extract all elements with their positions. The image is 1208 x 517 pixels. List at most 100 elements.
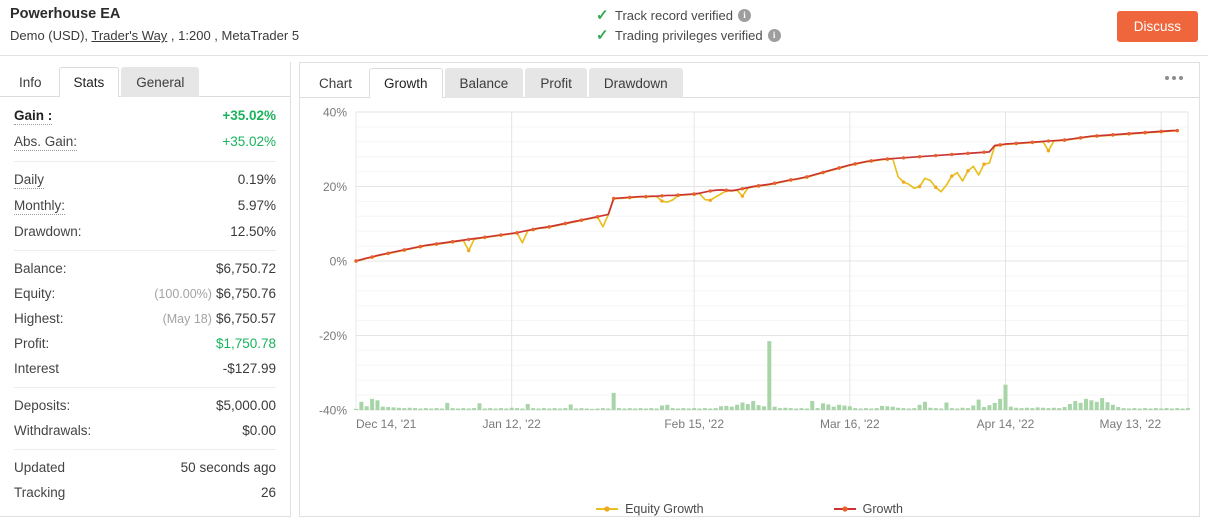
volume-bar xyxy=(509,407,514,410)
volume-bar xyxy=(869,408,874,410)
volume-bar xyxy=(359,401,364,410)
volume-bar xyxy=(584,408,589,410)
stat-label: Deposits: xyxy=(14,398,71,413)
series-marker xyxy=(660,194,664,198)
volume-bar xyxy=(407,407,412,410)
volume-bar xyxy=(396,407,401,410)
volume-bar xyxy=(429,408,434,410)
volume-bar xyxy=(638,408,643,410)
broker-link[interactable]: Trader's Way xyxy=(91,28,167,43)
stat-value: 0.19% xyxy=(237,172,276,187)
stat-value: $6,750.76 xyxy=(215,286,276,301)
check-icon: ✓ xyxy=(596,7,609,24)
series-marker xyxy=(1111,133,1115,137)
tab-info[interactable]: Info xyxy=(4,67,57,97)
volume-bar xyxy=(622,408,627,410)
volume-bar xyxy=(1180,408,1185,410)
volume-bar xyxy=(482,408,487,410)
series-marker xyxy=(467,237,471,242)
stat-value: +35.02% xyxy=(222,108,276,123)
stat-row-monthly: Monthly: 5.97% xyxy=(14,193,276,219)
volume-bar xyxy=(713,408,718,410)
volume-bar xyxy=(982,407,987,410)
stat-row-drawdown: Drawdown: 12.50% xyxy=(14,219,276,244)
divider xyxy=(14,161,276,162)
account-header: Powerhouse EA Demo (USD), Trader's Way ,… xyxy=(10,5,299,45)
account-meta-prefix: Demo (USD), xyxy=(10,28,92,43)
volume-bar xyxy=(472,408,477,410)
volume-bar xyxy=(820,403,825,410)
volume-bar xyxy=(692,408,697,410)
stat-value: $1,750.78 xyxy=(215,336,276,351)
volume-bar xyxy=(450,408,455,410)
stat-subvalue: (100.00%) xyxy=(154,287,212,301)
stat-row-tracking: Tracking 26 xyxy=(14,480,276,505)
stats-sidebar: Info Stats General Gain : +35.02% Abs. G… xyxy=(0,62,291,517)
page-header: Powerhouse EA Demo (USD), Trader's Way ,… xyxy=(0,0,1208,56)
tab-drawdown[interactable]: Drawdown xyxy=(588,68,683,98)
volume-bar xyxy=(418,408,423,410)
ellipsis-icon[interactable] xyxy=(1159,71,1189,85)
series-marker xyxy=(1078,136,1083,140)
series-marker xyxy=(837,166,841,170)
series-marker xyxy=(885,157,890,161)
volume-bar xyxy=(837,404,842,410)
info-icon[interactable]: i xyxy=(767,29,781,42)
series-marker xyxy=(499,233,503,237)
volume-bar xyxy=(987,405,992,410)
growth-chart: 40% 20% 0% -20% -40% Dec 14, '21 Jan 12, '22 Fe… xyxy=(300,98,1199,506)
series-marker xyxy=(821,170,825,175)
volume-bar xyxy=(804,408,809,410)
stat-label: Interest xyxy=(14,361,60,376)
y-axis-tick-label: 40% xyxy=(323,106,347,120)
info-icon[interactable]: i xyxy=(738,9,751,22)
series-marker xyxy=(966,169,970,173)
volume-bar xyxy=(863,408,868,410)
volume-bar xyxy=(735,404,740,410)
account-meta-suffix: , 1:200 , MetaTrader 5 xyxy=(167,28,300,43)
tab-profit[interactable]: Profit xyxy=(525,68,587,98)
tab-general[interactable]: General xyxy=(121,67,200,97)
volume-bar xyxy=(874,408,879,410)
stat-row-abs-gain: Abs. Gain: +35.02% xyxy=(14,129,276,155)
divider xyxy=(14,387,276,388)
verification-label: Trading privileges verified xyxy=(615,28,763,43)
volume-bar xyxy=(1175,408,1180,410)
volume-bar xyxy=(971,405,976,410)
tab-stats[interactable]: Stats xyxy=(58,67,120,97)
series-marker xyxy=(869,159,874,163)
volume-bar xyxy=(756,405,761,410)
discuss-button[interactable]: Discuss xyxy=(1116,11,1198,42)
check-icon: ✓ xyxy=(596,27,609,44)
volume-bar xyxy=(354,408,358,410)
series-marker xyxy=(660,199,664,203)
series-marker xyxy=(789,178,793,182)
account-meta: Demo (USD), Trader's Way , 1:200 , MetaT… xyxy=(10,26,299,45)
stat-row-balance: Balance: $6,750.72 xyxy=(14,256,276,281)
volume-bar xyxy=(1132,408,1137,410)
volume-bar xyxy=(455,408,460,410)
series-marker xyxy=(595,214,600,219)
volume-bar xyxy=(976,399,981,410)
sidebar-tabstrip: Info Stats General xyxy=(0,62,290,97)
tab-balance[interactable]: Balance xyxy=(444,68,524,98)
series-marker xyxy=(950,174,954,178)
series-marker xyxy=(950,152,954,157)
volume-bar xyxy=(520,408,525,410)
x-axis-tick-label: May 13, '22 xyxy=(1099,417,1161,431)
tab-growth[interactable]: Growth xyxy=(369,68,443,98)
tab-chart[interactable]: Chart xyxy=(304,68,367,98)
series-marker xyxy=(917,155,922,159)
volume-bar xyxy=(1051,407,1056,410)
stat-row-updated: Updated 50 seconds ago xyxy=(14,455,276,480)
stat-value: 26 xyxy=(260,485,276,500)
volume-bar xyxy=(788,408,793,410)
volume-bar xyxy=(1003,384,1008,410)
volume-bar xyxy=(778,408,783,410)
series-marker xyxy=(579,218,584,222)
volume-bar xyxy=(439,408,444,410)
verification-label: Track record verified xyxy=(615,8,733,23)
series-marker xyxy=(1062,138,1067,142)
volume-bar xyxy=(402,408,407,410)
series-marker xyxy=(531,227,535,232)
